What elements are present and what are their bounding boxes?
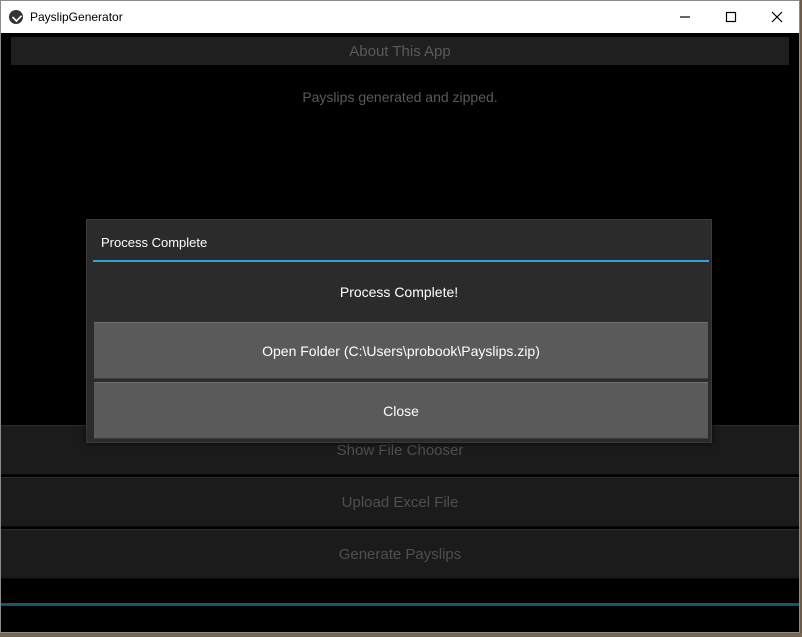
window-title: PayslipGenerator bbox=[30, 10, 123, 24]
upload-excel-button[interactable]: Upload Excel File bbox=[1, 477, 799, 527]
dialog-message: Process Complete! bbox=[339, 284, 459, 300]
minimize-icon bbox=[680, 16, 690, 18]
close-dialog-button[interactable]: Close bbox=[94, 382, 708, 439]
progress-bar bbox=[1, 603, 799, 606]
dialog-title-separator bbox=[93, 260, 709, 262]
status-message: Payslips generated and zipped. bbox=[302, 89, 498, 105]
maximize-button[interactable] bbox=[708, 1, 754, 33]
process-complete-dialog: Process Complete Process Complete! Open … bbox=[86, 219, 712, 443]
about-app-button[interactable]: About This App bbox=[11, 37, 789, 65]
maximize-icon bbox=[725, 11, 737, 23]
app-logo-icon bbox=[9, 10, 23, 24]
open-folder-button[interactable]: Open Folder (C:\Users\probook\Payslips.z… bbox=[94, 322, 708, 379]
desktop-background bbox=[0, 633, 802, 637]
title-bar: PayslipGenerator bbox=[1, 1, 799, 33]
dialog-title: Process Complete bbox=[101, 235, 208, 250]
close-window-button[interactable] bbox=[754, 1, 800, 33]
close-icon bbox=[771, 11, 783, 23]
minimize-button[interactable] bbox=[662, 1, 708, 33]
progress-bar-fill bbox=[1, 603, 799, 606]
app-window: PayslipGenerator About This App Payslips… bbox=[0, 0, 800, 633]
generate-payslips-button[interactable]: Generate Payslips bbox=[1, 529, 799, 579]
